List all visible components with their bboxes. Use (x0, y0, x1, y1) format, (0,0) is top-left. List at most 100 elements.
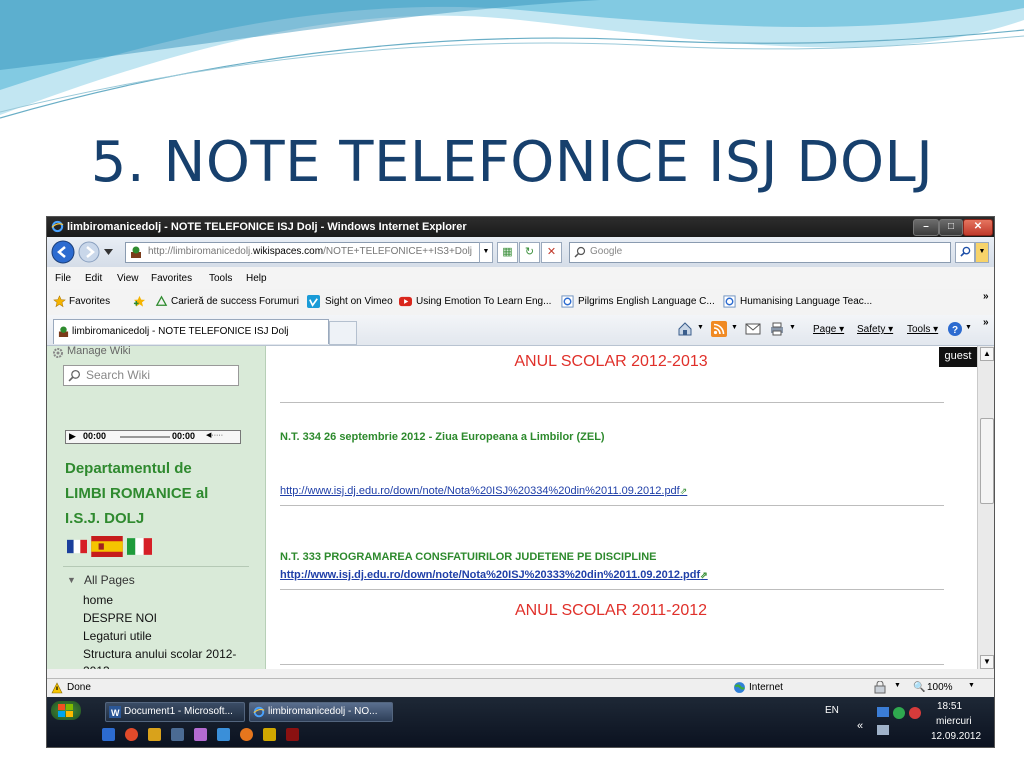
player-progress[interactable] (120, 436, 170, 438)
search-go-button[interactable] (955, 242, 975, 263)
safety-menu[interactable]: Safety ▾ (857, 324, 893, 335)
mail-icon[interactable] (745, 322, 761, 336)
clock-time[interactable]: 18:51 (937, 701, 962, 712)
search-options-button[interactable]: ▼ (975, 242, 989, 263)
sidebar-link-structura[interactable]: Structura anului scolar 2012- (83, 647, 236, 661)
expand-triangle-icon[interactable]: ▼ (67, 575, 76, 585)
home-dropdown-icon[interactable]: ▼ (697, 324, 704, 331)
page-menu[interactable]: Page ▾ (813, 324, 844, 335)
network-icon[interactable] (877, 707, 889, 717)
menu-edit[interactable]: Edit (85, 273, 102, 284)
quicklaunch-desktop-icon[interactable] (171, 728, 184, 741)
zoom-dropdown-icon[interactable]: ▼ (968, 682, 975, 689)
scroll-thumb[interactable] (980, 418, 994, 504)
scroll-up-arrow[interactable]: ▲ (980, 347, 994, 361)
stop-icon[interactable]: ✕ (541, 242, 562, 263)
menu-view[interactable]: View (117, 273, 139, 284)
favorite-item-humanising[interactable]: Humanising Language Teac... (740, 296, 872, 307)
search-input[interactable]: Google (569, 242, 951, 263)
guest-badge[interactable]: guest (939, 347, 977, 367)
quicklaunch-ie-icon[interactable] (102, 728, 115, 741)
sidebar-link-legaturi[interactable]: Legaturi utile (83, 629, 152, 643)
compatibility-icon[interactable]: ▦ (497, 242, 518, 263)
play-icon[interactable]: ▶ (69, 431, 76, 442)
volume-tray-icon[interactable] (877, 725, 889, 735)
protected-mode-icon[interactable] (873, 681, 887, 694)
start-button[interactable] (51, 701, 81, 720)
menu-help[interactable]: Help (246, 273, 267, 284)
svg-text:W: W (111, 708, 120, 718)
maximize-button[interactable]: □ (939, 219, 963, 236)
home-icon[interactable] (677, 321, 693, 337)
all-pages-toggle[interactable]: All Pages (84, 573, 135, 587)
audio-player[interactable]: ▶ 00:00 00:00 ◀····· (65, 430, 241, 444)
print-dropdown-icon[interactable]: ▼ (789, 324, 796, 331)
protected-dropdown-icon[interactable]: ▼ (894, 682, 901, 689)
menu-file[interactable]: File (55, 273, 71, 284)
quicklaunch-firefox-icon[interactable] (240, 728, 253, 741)
scroll-down-arrow[interactable]: ▼ (980, 655, 994, 669)
note-334-title: N.T. 334 26 septembrie 2012 - Ziua Europ… (280, 431, 605, 443)
note-334-link[interactable]: http://www.isj.dj.edu.ro/down/note/Nota%… (280, 485, 687, 497)
volume-icon[interactable]: ◀····· (206, 431, 223, 439)
print-icon[interactable] (769, 321, 785, 337)
rss-feed-icon[interactable] (711, 321, 727, 337)
manage-wiki-link[interactable]: Manage Wiki (67, 346, 131, 357)
menu-tools[interactable]: Tools (209, 273, 232, 284)
favorite-item-forumuri[interactable]: Forumuri (259, 296, 299, 307)
tray-expand-icon[interactable]: « (857, 720, 863, 732)
sidebar-link-despre-noi[interactable]: DESPRE NOI (83, 611, 157, 625)
history-dropdown-icon[interactable] (104, 249, 113, 255)
address-toolbar: http://limbiromanicedolj.wikispaces.com/… (47, 237, 994, 267)
favorite-item-pilgrims[interactable]: Pilgrims English Language C... (578, 296, 715, 307)
tools-menu[interactable]: Tools ▾ (907, 324, 938, 335)
favorite-item-vimeo[interactable]: Sight on Vimeo (325, 296, 393, 307)
section-header-2011: ANUL SCOLAR 2011-2012 (514, 602, 708, 619)
address-dropdown-button[interactable]: ▼ (479, 242, 493, 263)
refresh-icon[interactable]: ↻ (519, 242, 540, 263)
search-wiki-input[interactable]: Search Wiki (63, 365, 239, 386)
help-icon[interactable]: ? (947, 321, 963, 337)
window-titlebar: limbiromanicedolj - NOTE TELEFONICE ISJ … (47, 217, 994, 237)
forward-button[interactable] (77, 240, 101, 264)
quicklaunch-shield-icon[interactable] (263, 728, 276, 741)
quicklaunch-red-icon[interactable] (286, 728, 299, 741)
taskbar-word-button[interactable]: W Document1 - Microsoft... (105, 702, 245, 722)
feed-dropdown-icon[interactable]: ▼ (731, 324, 738, 331)
antivirus-icon[interactable] (893, 707, 905, 719)
favorites-button[interactable]: Favorites (69, 296, 110, 307)
vertical-scrollbar[interactable]: ▲ ▼ (977, 346, 994, 669)
close-button[interactable]: ✕ (963, 219, 993, 236)
language-indicator[interactable]: EN (825, 705, 839, 716)
quicklaunch-explorer-icon[interactable] (217, 728, 230, 741)
back-button[interactable] (51, 240, 75, 264)
zoom-level[interactable]: 100% (927, 682, 953, 693)
taskbar-ie-label: limbiromanicedolj - NO... (268, 706, 378, 717)
quicklaunch-app-icon[interactable] (194, 728, 207, 741)
sidebar-link-home[interactable]: home (83, 593, 113, 607)
windows-taskbar: W Document1 - Microsoft... limbiromanice… (47, 697, 994, 747)
quicklaunch-chrome-icon[interactable] (125, 728, 138, 741)
address-url-prefix: http://limbiromanicedolj. (148, 246, 254, 257)
clock-day: miercuri (936, 716, 972, 727)
france-flag-icon (67, 539, 87, 554)
quicklaunch-paragraph-icon[interactable] (148, 728, 161, 741)
search-icon (574, 246, 586, 258)
commands-more-icon[interactable]: » (983, 317, 989, 328)
taskbar-ie-button[interactable]: limbiromanicedolj - NO... (249, 702, 393, 722)
favorite-item-cariera[interactable]: Carieră de success (171, 296, 257, 307)
new-tab-button[interactable] (329, 321, 357, 345)
note-333-link[interactable]: http://www.isj.dj.edu.ro/down/note/Nota%… (280, 569, 708, 581)
add-favorite-icon[interactable] (133, 295, 146, 308)
address-input[interactable]: http://limbiromanicedolj.wikispaces.com/… (125, 242, 492, 263)
favorite-item-emotion[interactable]: Using Emotion To Learn Eng... (416, 296, 551, 307)
menu-favorites[interactable]: Favorites (151, 273, 192, 284)
tab-limbiromanicedolj[interactable]: limbiromanicedolj - NOTE TELEFONICE ISJ … (53, 319, 329, 344)
sidebar-link-structura-cont[interactable]: 2013 (83, 664, 110, 669)
mail-tray-icon[interactable] (909, 707, 921, 719)
slide-title: 5. NOTE TELEFONICE ISJ DOLJ (90, 130, 934, 195)
help-dropdown-icon[interactable]: ▼ (965, 324, 972, 331)
minimize-button[interactable]: – (913, 219, 939, 236)
favorites-more-icon[interactable]: » (983, 291, 989, 302)
youtube-icon (399, 296, 412, 307)
